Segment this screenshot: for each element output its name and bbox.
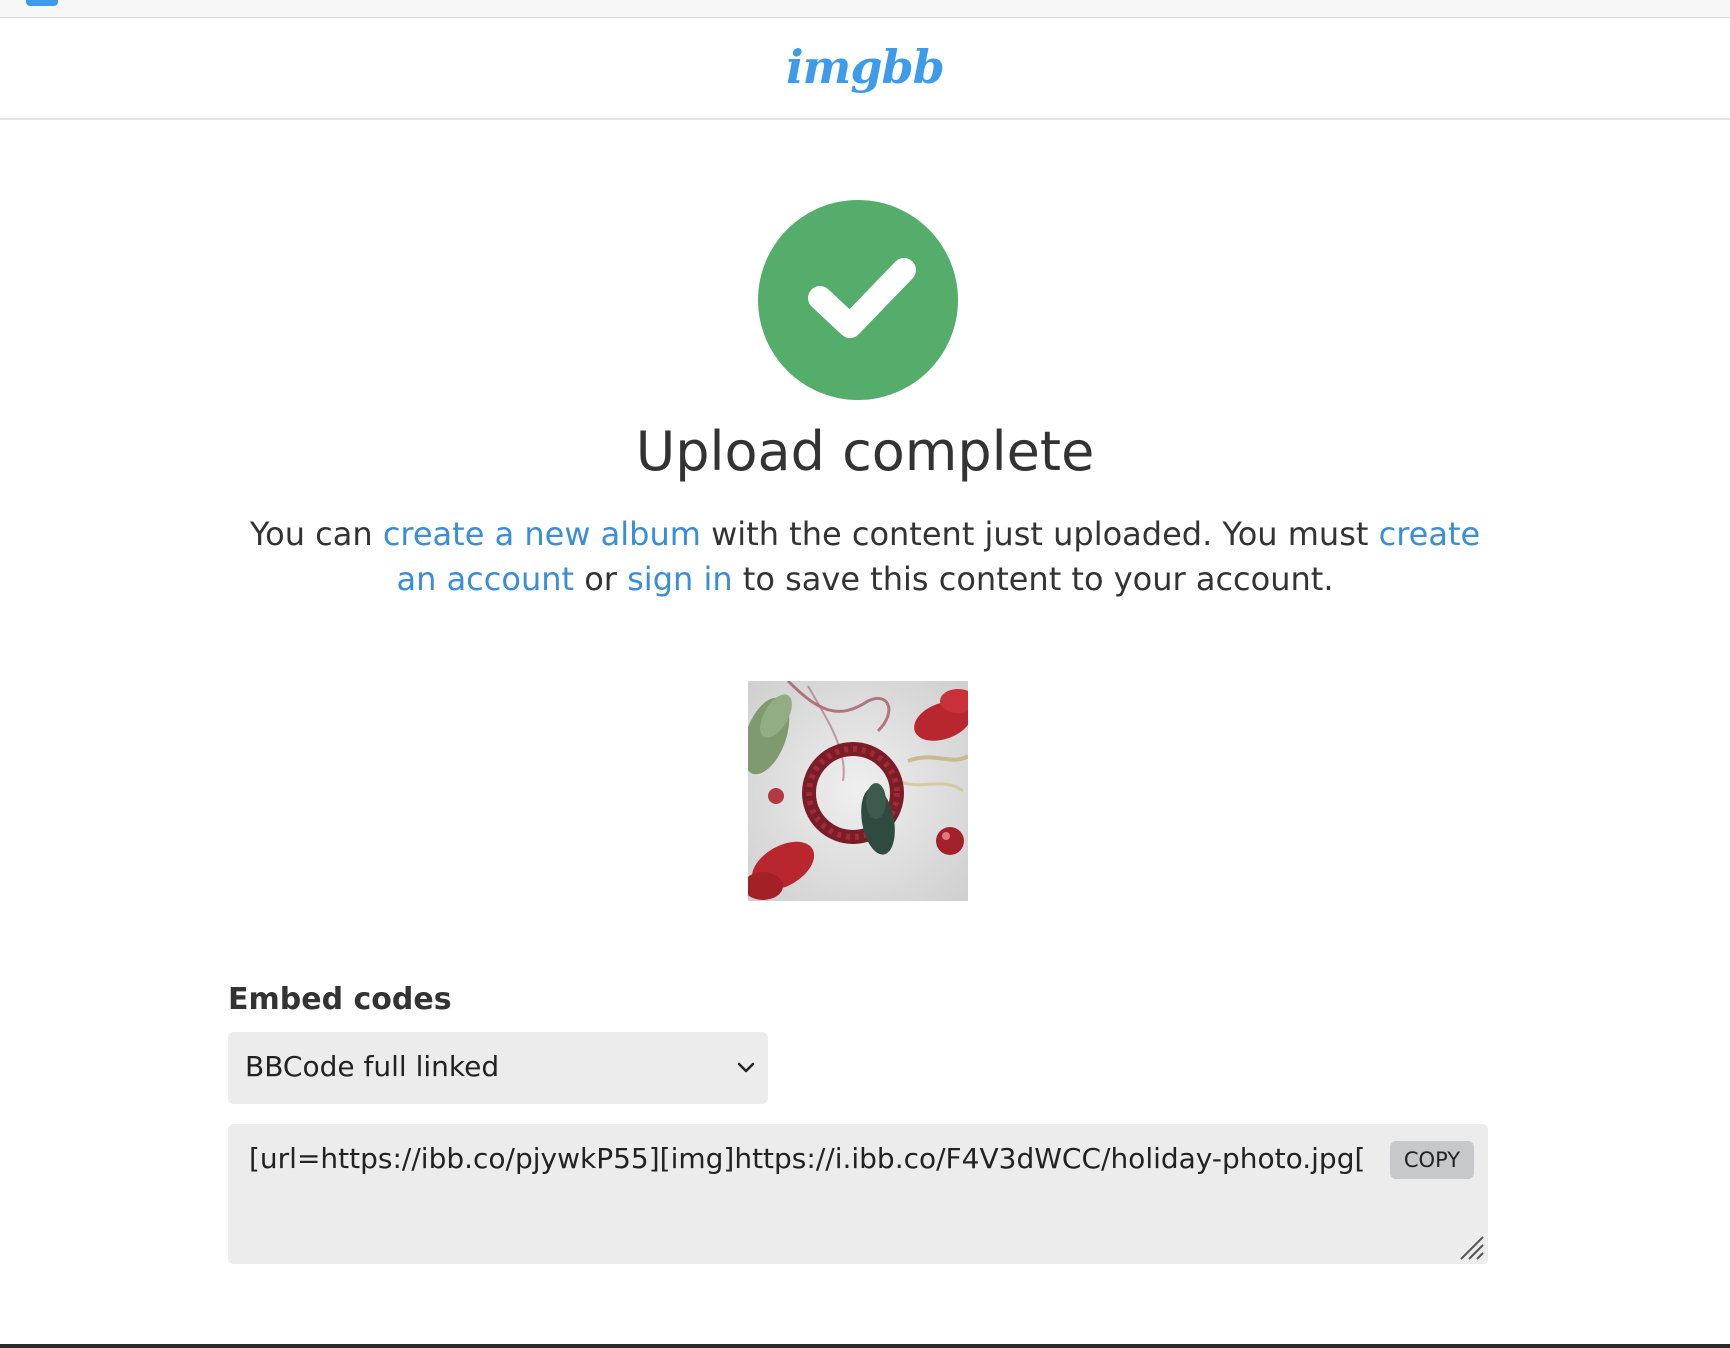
info-text-2: with the content just uploaded. You must xyxy=(700,515,1379,553)
imgbb-logo[interactable]: imgbb xyxy=(0,40,1730,94)
embed-code-type-value: BBCode full linked xyxy=(245,1050,500,1083)
page-title: Upload complete xyxy=(635,420,1095,483)
resize-handle-icon[interactable] xyxy=(1459,1235,1485,1261)
embed-code-type-select[interactable]: BBCode full linked xyxy=(228,1032,768,1104)
create-album-link[interactable]: create a new album xyxy=(383,515,701,553)
sign-in-link[interactable]: sign in xyxy=(627,560,733,598)
browser-tab-strip xyxy=(0,0,1730,18)
checkmark-icon xyxy=(808,258,916,338)
page: imgbb Upload complete You can create a n… xyxy=(0,0,1730,1348)
upload-info-message: You can create a new album with the cont… xyxy=(240,512,1490,602)
embed-codes-label: Embed codes xyxy=(228,982,452,1017)
check-circle-icon xyxy=(758,200,958,400)
info-text-3: or xyxy=(574,560,628,598)
copy-button[interactable]: COPY xyxy=(1390,1141,1474,1179)
uploaded-image-thumbnail[interactable] xyxy=(748,681,968,901)
embed-code-text[interactable]: [url=https://ibb.co/pjywkP55][img]https:… xyxy=(249,1142,1364,1175)
chevron-down-icon xyxy=(737,1062,755,1073)
info-text-4: to save this content to your account. xyxy=(732,560,1334,598)
tab-favicon-icon xyxy=(26,0,58,6)
bottom-edge xyxy=(0,1344,1730,1348)
embed-code-textarea[interactable]: [url=https://ibb.co/pjywkP55][img]https:… xyxy=(228,1124,1488,1264)
info-text-1: You can xyxy=(249,515,383,553)
wreath-photo xyxy=(748,681,968,901)
site-header: imgbb xyxy=(0,18,1730,120)
